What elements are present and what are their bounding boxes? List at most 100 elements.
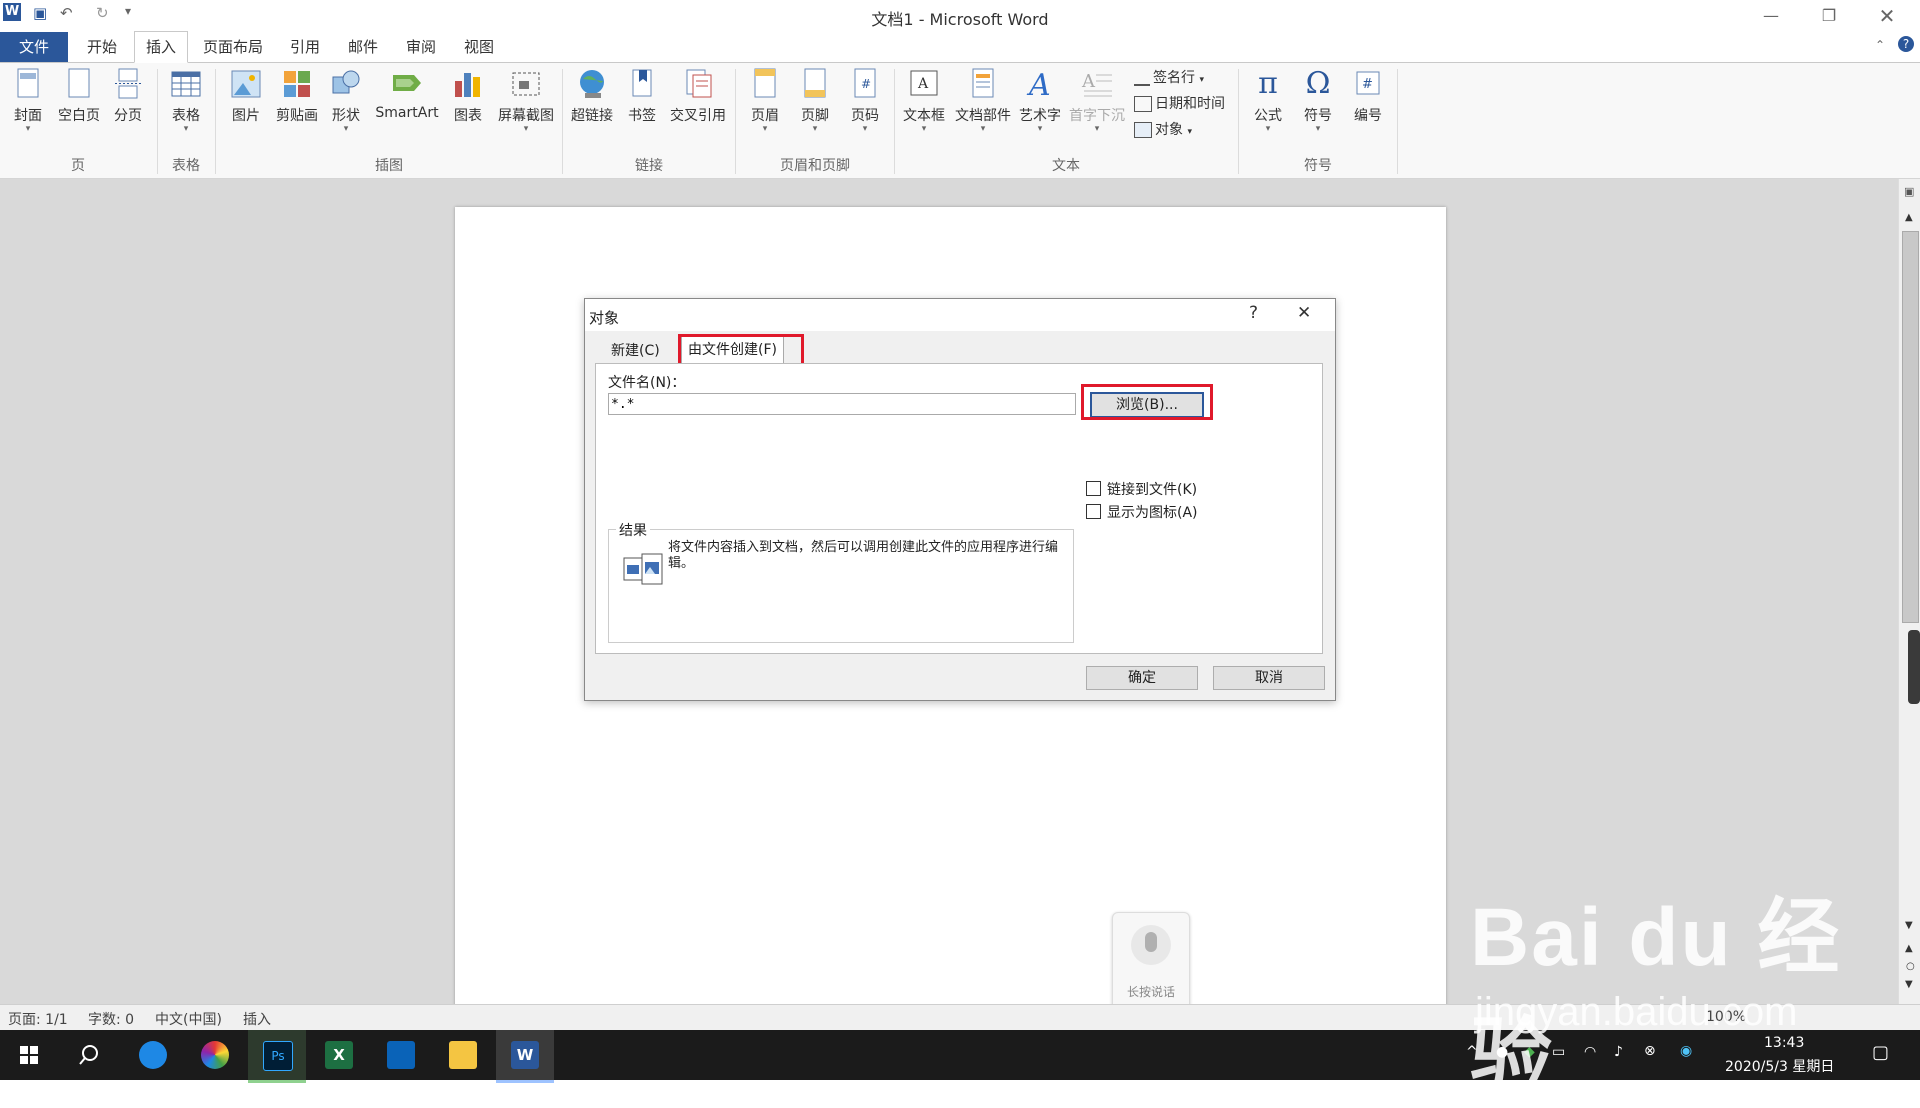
baidu-watermark-url: jingyan.baidu.com bbox=[1475, 990, 1798, 1034]
tab-home[interactable]: 开始 bbox=[76, 32, 128, 62]
close-window-button[interactable]: ✕ bbox=[1858, 0, 1916, 32]
restore-button[interactable]: ❐ bbox=[1800, 0, 1858, 32]
clipart-icon bbox=[280, 67, 314, 101]
omega-icon: Ω bbox=[1305, 66, 1331, 101]
ribbon: 封面 ▾ 空白页 分页 页 表格 ▾ 表格 图片 剪贴画 形状 ▾ SmartArt … bbox=[0, 63, 1920, 179]
object-icon bbox=[1134, 122, 1152, 138]
wordart-button[interactable]: A 艺术字 ▾ bbox=[1016, 67, 1064, 134]
equation-label: 公式 bbox=[1254, 108, 1282, 124]
dialog-title: 对象 bbox=[589, 309, 620, 327]
embedded-document-icon bbox=[622, 552, 666, 592]
checkbox-box[interactable] bbox=[1086, 481, 1101, 496]
tab-create-new[interactable]: 新建(C) bbox=[605, 338, 666, 364]
page-number-button[interactable]: # 页码 ▾ bbox=[844, 67, 886, 134]
svg-text:A: A bbox=[1026, 68, 1051, 101]
clipart-label: 剪贴画 bbox=[276, 108, 318, 124]
shapes-label: 形状 bbox=[332, 108, 360, 124]
page-break-button[interactable]: 分页 bbox=[108, 67, 148, 125]
symbols-group-label: 符号 bbox=[1304, 158, 1332, 174]
footer-button[interactable]: 页脚 ▾ bbox=[794, 67, 836, 134]
text-group-label: 文本 bbox=[1052, 158, 1080, 174]
table-label: 表格 bbox=[172, 108, 200, 124]
numbering-button[interactable]: # 编号 bbox=[1348, 67, 1388, 125]
quick-parts-label: 文档部件 bbox=[955, 108, 1011, 124]
object-label: 对象 bbox=[1155, 122, 1183, 138]
file-explorer-icon[interactable] bbox=[434, 1030, 492, 1080]
search-icon[interactable] bbox=[60, 1030, 118, 1080]
equation-button[interactable]: π 公式 ▾ bbox=[1248, 67, 1288, 134]
bookmark-label: 书签 bbox=[628, 108, 656, 124]
screenshot-button[interactable]: 屏幕截图 ▾ bbox=[494, 67, 558, 134]
word-count-status[interactable]: 字数: 0 bbox=[88, 1009, 134, 1029]
link-to-file-checkbox[interactable]: 链接到文件(K) bbox=[1086, 479, 1197, 499]
clipart-button[interactable]: 剪贴画 bbox=[272, 67, 322, 125]
ribbon-separator bbox=[1397, 69, 1398, 174]
display-as-icon-checkbox[interactable]: 显示为图标(A) bbox=[1086, 502, 1198, 522]
tab-file[interactable]: 文件 bbox=[0, 32, 68, 62]
cancel-button[interactable]: 取消 bbox=[1213, 666, 1325, 690]
microphone-icon bbox=[1131, 925, 1171, 965]
word-taskbar-icon[interactable]: W bbox=[496, 1030, 554, 1083]
checkbox-box[interactable] bbox=[1086, 504, 1101, 519]
cross-reference-button[interactable]: 交叉引用 bbox=[666, 67, 730, 125]
blank-page-button[interactable]: 空白页 bbox=[54, 67, 104, 125]
drop-cap-icon: A bbox=[1080, 67, 1114, 101]
tab-view[interactable]: 视图 bbox=[456, 32, 502, 62]
excel-icon[interactable]: X bbox=[310, 1030, 368, 1080]
textbox-button[interactable]: A 文本框 ▾ bbox=[900, 67, 948, 134]
hyperlink-label: 超链接 bbox=[571, 108, 613, 124]
ruler-toggle-icon[interactable]: ▣ bbox=[1904, 185, 1914, 198]
sogou-browser-icon[interactable] bbox=[124, 1030, 182, 1080]
result-description: 将文件内容插入到文档，然后可以调用创建此文件的应用程序进行编辑。 bbox=[668, 540, 1059, 571]
color-app-icon[interactable] bbox=[186, 1030, 244, 1080]
filename-label: 文件名(N)： bbox=[608, 375, 686, 391]
tab-review[interactable]: 审阅 bbox=[398, 32, 444, 62]
cover-page-button[interactable]: 封面 ▾ bbox=[8, 67, 48, 134]
object-button[interactable]: 对象 ▾ bbox=[1134, 119, 1192, 141]
header-button[interactable]: 页眉 ▾ bbox=[744, 67, 786, 134]
language-status[interactable]: 中文(中国) bbox=[155, 1009, 222, 1029]
svg-text:#: # bbox=[1362, 77, 1373, 92]
page-count-status[interactable]: 页面: 1/1 bbox=[8, 1009, 68, 1029]
tab-page-layout[interactable]: 页面布局 bbox=[196, 32, 270, 62]
ok-button[interactable]: 确定 bbox=[1086, 666, 1198, 690]
start-button[interactable] bbox=[0, 1030, 58, 1080]
picture-button[interactable]: 图片 bbox=[224, 67, 268, 125]
hyperlink-button[interactable]: 超链接 bbox=[568, 67, 616, 125]
dialog-help-button[interactable]: ? bbox=[1249, 303, 1258, 323]
collapse-ribbon-icon[interactable]: ⌃ bbox=[1875, 38, 1885, 52]
shapes-button[interactable]: 形状 ▾ bbox=[326, 67, 366, 134]
tab-insert[interactable]: 插入 bbox=[134, 31, 188, 63]
photoshop-icon[interactable]: Ps bbox=[248, 1030, 306, 1083]
blank-page-label: 空白页 bbox=[58, 108, 100, 124]
voice-input-widget[interactable]: 长按说话 bbox=[1112, 912, 1190, 1010]
cover-page-icon bbox=[11, 67, 45, 101]
smartart-button[interactable]: SmartArt bbox=[372, 67, 442, 121]
smartart-label: SmartArt bbox=[375, 105, 439, 121]
page-number-label: 页码 bbox=[851, 108, 879, 124]
drop-cap-button[interactable]: A 首字下沉 ▾ bbox=[1066, 67, 1128, 134]
page-group-label: 页 bbox=[71, 158, 85, 174]
photos-app-icon[interactable] bbox=[372, 1030, 430, 1080]
header-label: 页眉 bbox=[751, 108, 779, 124]
help-icon[interactable]: ? bbox=[1898, 36, 1914, 52]
quick-parts-button[interactable]: 文档部件 ▾ bbox=[952, 67, 1014, 134]
dialog-close-button[interactable]: ✕ bbox=[1297, 303, 1311, 323]
tab-references[interactable]: 引用 bbox=[282, 32, 328, 62]
date-time-button[interactable]: 日期和时间 bbox=[1134, 93, 1225, 115]
signature-line-button[interactable]: 签名行 ▾ bbox=[1134, 67, 1204, 89]
tab-mailings[interactable]: 邮件 bbox=[340, 32, 386, 62]
minimize-button[interactable]: — bbox=[1742, 0, 1800, 32]
chart-button[interactable]: 图表 bbox=[446, 67, 490, 125]
result-label: 结果 bbox=[616, 520, 650, 540]
shapes-icon bbox=[329, 67, 363, 101]
symbol-button[interactable]: Ω 符号 ▾ bbox=[1298, 66, 1338, 134]
dialog-title-bar: 对象 ? ✕ bbox=[585, 299, 1335, 331]
scroll-up-icon[interactable]: ▲ bbox=[1905, 212, 1913, 223]
bookmark-button[interactable]: 书签 bbox=[622, 67, 662, 125]
filename-input[interactable] bbox=[608, 393, 1076, 415]
table-button[interactable]: 表格 ▾ bbox=[166, 67, 206, 134]
insert-mode-status[interactable]: 插入 bbox=[243, 1009, 271, 1029]
side-gadget-handle[interactable] bbox=[1908, 630, 1920, 704]
scrollbar-thumb[interactable] bbox=[1902, 231, 1919, 623]
